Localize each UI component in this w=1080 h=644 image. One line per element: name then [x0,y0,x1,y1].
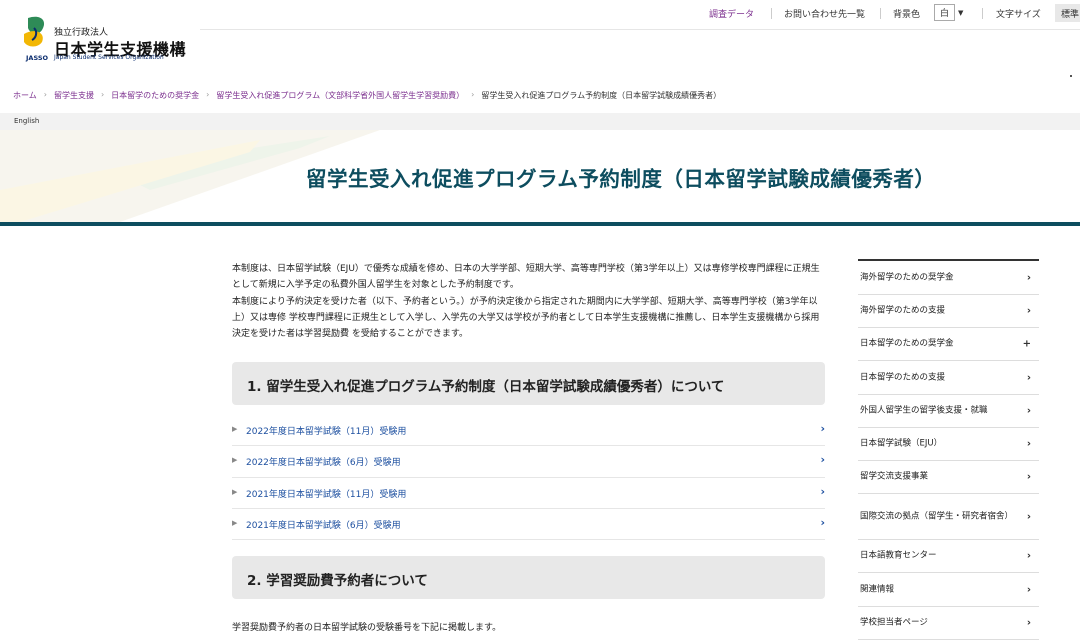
sidebar-item-label: 海外留学のための支援 [860,305,946,316]
sidebar-item-label: 日本留学試験（EJU） [860,438,943,449]
divider [771,8,772,19]
triangle-right-icon: ▶ [232,518,238,527]
section-heading-text: 1. 留学生受入れ促進プログラム予約制度（日本留学試験成績優秀者）について [247,379,725,395]
intro-paragraph: 本制度により予約決定を受けた者（以下、予約者という。）が予約決定後から指定された… [232,296,820,340]
triangle-right-icon: ▶ [232,456,238,465]
list-item[interactable]: ▶ 2021年度日本留学試験（11月）受験用 › [232,478,825,509]
divider [982,8,983,19]
bg-color-select[interactable]: 白 ▼ [934,4,970,21]
intro-text: 本制度は、日本留学試験（EJU）で優秀な成績を修め、日本の大学学部、短期大学、高… [232,261,827,342]
sidebar-item-related-info[interactable]: 関連情報 › [858,573,1039,607]
sidebar-item-eju[interactable]: 日本留学試験（EJU） › [858,428,1039,461]
breadcrumb-scholarships-japan[interactable]: 日本留学のための奨学金 [111,90,199,101]
sidebar-item-label: 日本留学のための支援 [860,372,946,382]
breadcrumb-separator: › [100,90,105,99]
breadcrumb-current: 留学生受入れ促進プログラム予約制度（日本留学試験成績優秀者） [481,91,722,100]
font-size-standard-button[interactable]: 標準 [1055,4,1080,22]
breadcrumb-separator: › [43,90,47,99]
chevron-right-icon: › [1026,438,1031,450]
sidebar-item-label: 留学交流支援事業 [860,471,929,482]
font-size-label: 文字サイズ [996,10,1041,20]
chevron-right-icon: › [1026,305,1031,317]
site-header: 独立行政法人 日本学生支援機構 JASSO Japan Student Serv… [0,0,1080,80]
breadcrumb-home[interactable]: ホーム [13,90,37,101]
link-label[interactable]: 2022年度日本留学試験（11月）受験用 [246,424,406,437]
sidebar-item-label: 日本留学のための奨学金 [860,338,954,349]
chevron-right-icon: › [820,453,825,467]
jasso-logo[interactable]: 独立行政法人 日本学生支援機構 JASSO Japan Student Serv… [20,14,190,64]
chevron-right-icon: › [1026,617,1031,629]
title-band: 留学生受入れ促進プログラム予約制度（日本留学試験成績優秀者） [0,130,1080,222]
link-label[interactable]: 2022年度日本留学試験（6月）受験用 [246,455,401,468]
contact-list-link[interactable]: お問い合わせ先一覧 [784,7,865,21]
triangle-right-icon: ▶ [232,487,238,496]
link-label[interactable]: 2021年度日本留学試験（11月）受験用 [246,487,406,500]
section-heading-text: 2. 学習奨励費予約者について [247,573,428,589]
sidebar-item-school-staff[interactable]: 学校担当者ページ › [858,607,1039,640]
page-title: 留学生受入れ促進プログラム予約制度（日本留学試験成績優秀者） [306,167,936,191]
english-link[interactable]: English [14,117,39,125]
divider [0,222,1080,226]
chevron-right-icon: › [1026,550,1031,562]
sidebar-item-japan-scholarships[interactable]: 日本留学のための奨学金 + [858,328,1039,361]
exam-link-list: ▶ 2022年度日本留学試験（11月）受験用 › ▶ 2022年度日本留学試験（… [232,415,825,541]
sidebar-item-label: 学校担当者ページ [860,617,928,628]
sidebar-item-international-hub[interactable]: 国際交流の拠点（留学生・研究者宿舎） › [858,494,1039,540]
chevron-right-icon: › [1026,372,1031,383]
breadcrumb-separator: › [471,90,475,99]
language-bar: English [0,113,1080,130]
sidebar-item-label: 関連情報 [860,584,895,594]
divider [1070,75,1072,77]
section-heading: 1. 留学生受入れ促進プログラム予約制度（日本留学試験成績優秀者）について [232,362,825,405]
sidebar-item-label: 外国人留学生の留学後支援・就職 [860,405,988,416]
sidebar-item-post-study-support[interactable]: 外国人留学生の留学後支援・就職 › [858,395,1039,428]
chevron-right-icon: › [1026,471,1031,483]
list-item[interactable]: ▶ 2021年度日本留学試験（6月）受験用 › [232,509,825,541]
org-name-en: Japan Student Services Organization [54,54,164,61]
chevron-right-icon: › [1026,584,1031,595]
chevron-right-icon: › [820,484,825,498]
sidebar-item-japan-support[interactable]: 日本留学のための支援 › [858,361,1039,395]
sidebar-item-label: 海外留学のための奨学金 [860,272,954,282]
sidebar-item-overseas-support[interactable]: 海外留学のための支援 › [858,295,1039,328]
research-data-link[interactable]: 調査データ [709,7,754,21]
divider [880,8,881,19]
bg-color-label: 背景色 [893,10,921,20]
intro-paragraph: 本制度は、日本留学試験（EJU）で優秀な成績を修め、日本の大学学部、短期大学、高… [232,264,820,291]
sidebar-item-japanese-center[interactable]: 日本語教育センター › [858,540,1039,573]
triangle-right-icon: ▶ [232,425,238,433]
logo-mark-icon [24,16,45,47]
sidebar-item-overseas-scholarships[interactable]: 海外留学のための奨学金 › [858,261,1039,295]
breadcrumb-promotion-program[interactable]: 留学生受入れ促進プログラム（文部科学省外国人留学生学習奨励費） [216,90,464,101]
chevron-right-icon: › [1026,511,1031,522]
sidebar-item-label: 日本語教育センター [860,550,937,561]
breadcrumb-separator: › [206,90,210,99]
bg-color-value: 白 [934,4,956,21]
list-item[interactable]: ▶ 2022年度日本留学試験（6月）受験用 › [232,446,825,478]
section-text: 学習奨励費予約者の日本留学試験の受験番号を下記に掲載します。 [232,623,502,633]
chevron-right-icon: › [820,422,825,435]
sidebar-nav: 海外留学のための奨学金 › 海外留学のための支援 › 日本留学のための奨学金 +… [858,259,1039,640]
chevron-right-icon: › [1026,272,1031,283]
breadcrumb: ホーム › 留学生支援 › 日本留学のための奨学金 › 留学生受入れ促進プログラ… [13,90,721,101]
dropdown-arrow-icon: ▼ [958,8,964,17]
divider [200,29,1080,30]
logo-abbrev: JASSO [26,54,49,62]
plus-icon: + [1022,338,1031,350]
sidebar-item-label: 国際交流の拠点（留学生・研究者宿舎） [860,511,1014,521]
sidebar-item-exchange-support[interactable]: 留学交流支援事業 › [858,461,1039,494]
list-item[interactable]: ▶ 2022年度日本留学試験（11月）受験用 › [232,415,825,447]
chevron-right-icon: › [1026,405,1031,417]
breadcrumb-student-support[interactable]: 留学生支援 [54,90,94,101]
section-heading: 2. 学習奨励費予約者について [232,556,825,599]
chevron-right-icon: › [820,515,825,529]
link-label[interactable]: 2021年度日本留学試験（6月）受験用 [246,518,401,531]
